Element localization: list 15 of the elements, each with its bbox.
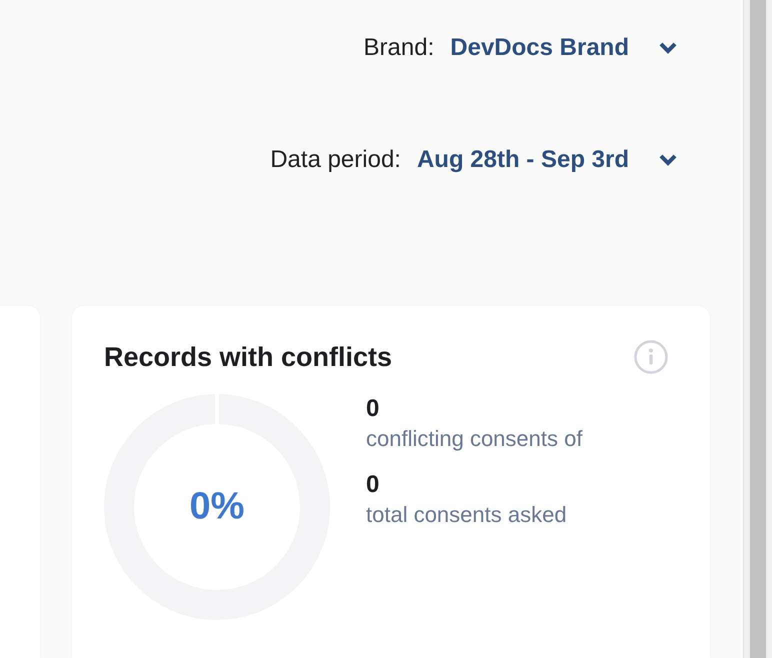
scrollbar-thumb[interactable]: [750, 0, 766, 658]
stat-caption: conflicting consents of: [366, 425, 582, 453]
stat-caption: total consents asked: [366, 501, 568, 529]
scrollbar[interactable]: [743, 0, 772, 658]
percentage-value: 0%: [190, 486, 244, 528]
stat-value: 0: [366, 470, 380, 500]
filter-dropdown[interactable]: Aug 28th - Sep 3rd: [416, 146, 629, 174]
filter-label: Brand:: [364, 34, 434, 62]
filter-label: Data period:: [270, 146, 401, 174]
chevron-down-icon[interactable]: [659, 42, 677, 54]
filter-dropdown[interactable]: DevDocs Brand: [450, 34, 629, 62]
card-title: Records with conflicts: [104, 342, 392, 372]
chevron-down-icon[interactable]: [659, 154, 677, 166]
stat-value: 0: [366, 394, 380, 424]
info-icon[interactable]: [634, 340, 668, 374]
